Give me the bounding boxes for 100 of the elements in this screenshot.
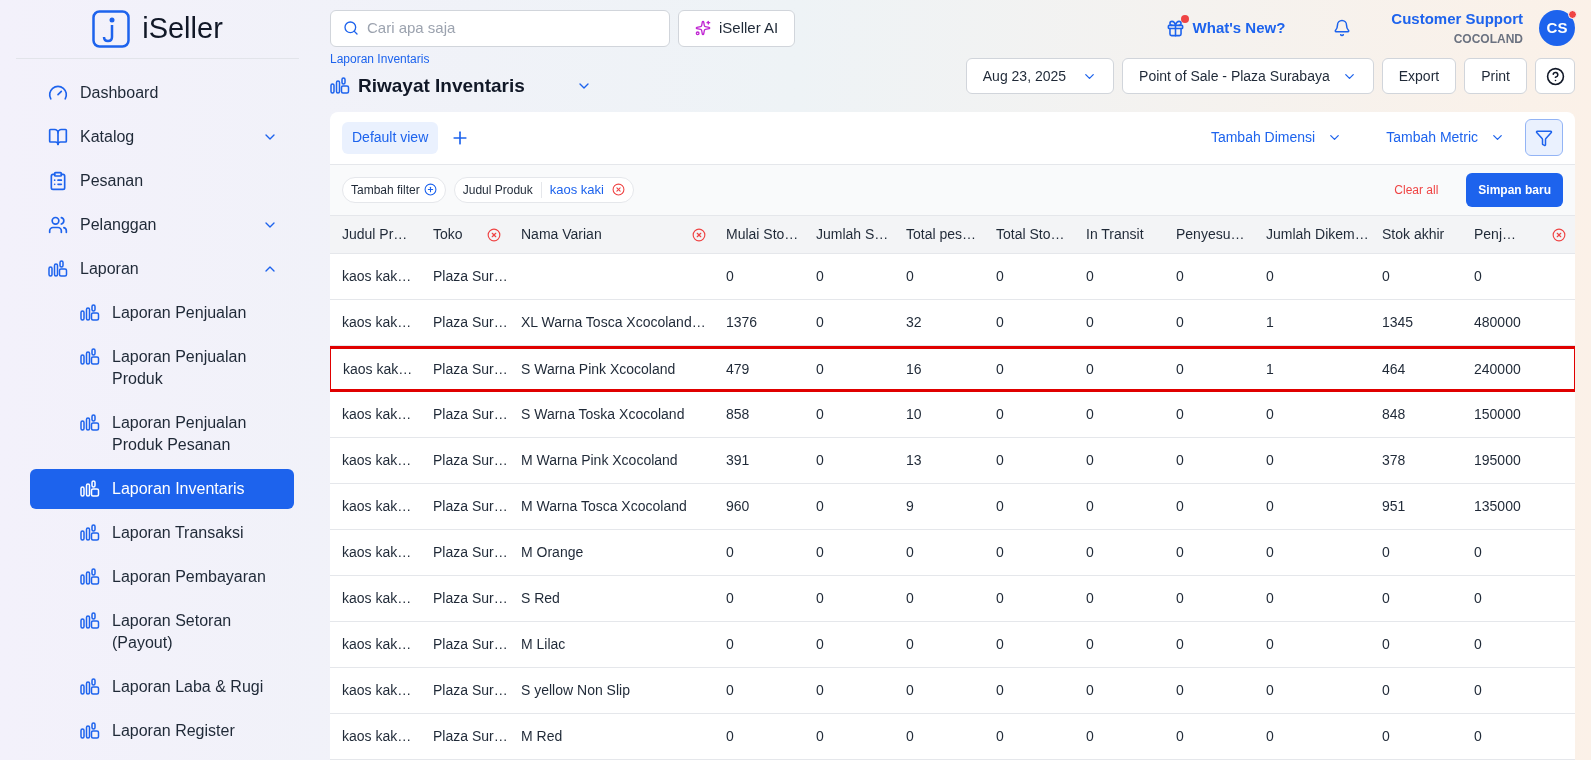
sidebar-item[interactable]: Pelanggan (30, 203, 294, 247)
table-cell-text: 0 (906, 681, 914, 700)
remove-icon[interactable] (611, 183, 625, 197)
table-cell-text: kaos kak… (342, 313, 412, 332)
chart-icon (80, 348, 100, 366)
page-title: Riwayat Inventaris (358, 74, 526, 98)
column-header[interactable]: Total pes… (894, 216, 984, 253)
table-cell-text: 0 (1474, 727, 1482, 746)
table-cell-text: 0 (1086, 359, 1094, 379)
table-cell-text: 0 (726, 267, 734, 286)
chart-icon (80, 304, 100, 322)
view-tab[interactable]: Default view (342, 121, 439, 154)
table-cell-text: 479 (726, 359, 750, 379)
sidebar-subitem[interactable]: Laporan Laba & Rugi (30, 667, 294, 707)
table-cell-text: 195000 (1474, 451, 1521, 470)
column-header[interactable]: Jumlah S… (804, 216, 894, 253)
table-cell-text: 0 (816, 589, 824, 608)
book-icon (48, 127, 68, 147)
table-cell-text: 0 (1474, 589, 1482, 608)
table-cell-text: 480000 (1474, 313, 1521, 332)
sidebar-item[interactable]: Dashboard (30, 71, 294, 115)
remove-column-icon[interactable] (692, 227, 706, 242)
column-header[interactable]: Penyesu… (1164, 216, 1254, 253)
whats-new-link[interactable]: What's New? (1165, 16, 1286, 40)
sidebar-item[interactable]: Pesanan (30, 159, 294, 203)
table-cell-text: 858 (726, 405, 750, 424)
search-icon (343, 20, 359, 36)
breadcrumb-link[interactable]: Laporan Inventaris (330, 52, 592, 66)
search-field[interactable]: Cari apa saja (330, 9, 670, 47)
table-cell-text: 0 (1382, 589, 1390, 608)
add-dimension-dropdown[interactable]: Tambah Dimensi (1210, 127, 1343, 149)
sparkle-icon (695, 20, 711, 36)
table-cell-text: 0 (726, 543, 734, 562)
help-button[interactable] (1535, 58, 1575, 94)
sidebar-subitem[interactable]: Laporan Penjualan Produk Pesanan (30, 403, 294, 465)
table-cell-text: Plaza Sur… (433, 313, 508, 332)
help-icon (1545, 66, 1565, 86)
table-cell-text: kaos kak… (342, 497, 412, 516)
bell-icon[interactable] (1333, 19, 1352, 37)
table-cell-text: 0 (1086, 451, 1094, 470)
table-cell-text: 0 (816, 359, 824, 379)
add-metric-dropdown[interactable]: Tambah Metric (1386, 127, 1505, 149)
add-filter-button[interactable]: Tambah filter (342, 176, 446, 203)
table-cell-text: Plaza Sur… (433, 681, 508, 700)
table-cell-text: Plaza Sur… (433, 405, 508, 424)
sidebar-subitem[interactable]: Laporan Penjualan Produk (30, 337, 294, 399)
table-cell-text: S Warna Toska Xcocoland (521, 405, 685, 424)
user-avatar[interactable]: CS (1539, 10, 1575, 46)
table-cell-text: 0 (996, 313, 1004, 332)
outlet-dropdown[interactable]: Point of Sale - Plaza Surabaya (1122, 58, 1374, 94)
sidebar-subitem[interactable]: Laporan Pembayaran (30, 557, 294, 597)
column-header[interactable]: Judul Pr… (330, 216, 421, 253)
clear-all-link[interactable]: Clear all (1394, 180, 1439, 199)
table-cell-text: 0 (1266, 497, 1274, 516)
date-dropdown[interactable]: Aug 23, 2025 (965, 58, 1115, 94)
sidebar-item[interactable]: Laporan (30, 247, 294, 291)
search-input[interactable]: Cari apa saja (367, 16, 657, 40)
column-header[interactable]: Jumlah Dikem… (1254, 216, 1370, 253)
column-header[interactable]: Penj… (1462, 216, 1574, 253)
save-button[interactable]: Simpan baru (1466, 172, 1563, 207)
column-header[interactable]: Nama Varian (509, 216, 714, 253)
table-cell-text: 13 (906, 451, 922, 470)
table-cell-text: 0 (996, 727, 1004, 746)
chart-icon (80, 524, 100, 542)
sidebar-subitem[interactable]: Laporan Transaksi (30, 513, 294, 553)
filter-button[interactable] (1525, 119, 1563, 157)
table-cell-text: 0 (906, 727, 914, 746)
table-cell-text: 0 (906, 543, 914, 562)
sidebar-subitem[interactable]: Laporan Setoran (Payout) (30, 601, 294, 663)
column-header[interactable]: In Transit (1074, 216, 1164, 253)
column-header[interactable]: Stok akhir (1370, 216, 1462, 253)
remove-column-icon[interactable] (1552, 227, 1566, 242)
sidebar-subitem[interactable]: Laporan Penjualan (30, 293, 294, 333)
table-cell-text: 0 (1176, 451, 1184, 470)
column-header[interactable]: Total Sto… (984, 216, 1074, 253)
table-cell-text: 0 (1382, 681, 1390, 700)
table-cell-text: Plaza Sur… (433, 589, 508, 608)
print-button[interactable]: Print (1464, 58, 1527, 94)
table-cell-text: 0 (1176, 589, 1184, 608)
export-button[interactable]: Export (1381, 58, 1457, 94)
sidebar-item[interactable]: Katalog (30, 115, 294, 159)
chart-icon (80, 678, 100, 696)
table-cell-text: 135000 (1474, 497, 1521, 516)
sidebar-subitem[interactable]: Laporan Inventaris (30, 469, 294, 509)
column-header[interactable]: Mulai Sto… (714, 216, 804, 253)
table-cell-text: 0 (1382, 543, 1390, 562)
table-cell-text: 0 (726, 589, 734, 608)
table-cell-text: 10 (906, 405, 922, 424)
ai-button[interactable]: iSeller AI (678, 9, 796, 47)
sidebar-subitem[interactable]: Laporan Register (30, 711, 294, 751)
table-cell-text: M Warna Pink Xcocoland (521, 451, 678, 470)
table-cell-text: 0 (996, 497, 1004, 516)
table-cell-text: 0 (1382, 635, 1390, 654)
table-cell-text: 1376 (726, 313, 758, 332)
filter-chip[interactable]: Judul Produk kaos kaki (453, 176, 634, 203)
chart-icon (80, 568, 100, 586)
logo-icon (92, 10, 131, 48)
column-header[interactable]: Toko (421, 216, 509, 253)
remove-column-icon[interactable] (487, 227, 501, 242)
table-cell-text: kaos kak… (342, 267, 412, 286)
